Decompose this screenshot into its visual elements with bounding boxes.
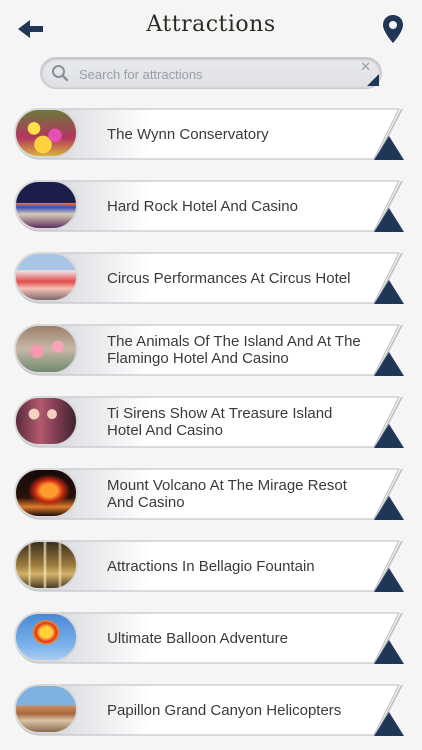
list-item-label: Ti Sirens Show At Treasure Island Hotel … xyxy=(107,405,333,439)
list-item-label: Hard Rock Hotel And Casino xyxy=(107,197,298,215)
corner-triangle-icon xyxy=(374,712,404,736)
close-icon[interactable]: ✕ xyxy=(360,59,371,75)
list-item[interactable]: Mount Volcano At The Mirage Resot And Ca… xyxy=(14,468,404,520)
page-title: Attractions xyxy=(146,12,276,37)
list-item[interactable]: The Wynn Conservatory xyxy=(14,108,404,160)
flamingo-hotel-thumbnail xyxy=(14,324,78,374)
corner-triangle-icon xyxy=(374,640,404,664)
list-item[interactable]: The Animals Of The Island And At The Fla… xyxy=(14,324,404,376)
list-item-label: The Wynn Conservatory xyxy=(107,125,269,143)
corner-triangle-icon xyxy=(374,424,404,448)
header: Attractions xyxy=(0,0,422,56)
corner-triangle-icon xyxy=(374,208,404,232)
grand-canyon-helicopter-thumbnail xyxy=(14,684,78,734)
search-icon xyxy=(52,65,69,82)
map-pin-icon[interactable] xyxy=(382,14,404,44)
list-item-label: Circus Performances At Circus Hotel xyxy=(107,269,351,287)
list-item[interactable]: Ti Sirens Show At Treasure Island Hotel … xyxy=(14,396,404,448)
list-item-label: Ultimate Balloon Adventure xyxy=(107,629,288,647)
list-item[interactable]: Hard Rock Hotel And Casino xyxy=(14,180,404,232)
corner-triangle-icon xyxy=(374,496,404,520)
balloon-adventure-thumbnail xyxy=(14,612,78,662)
search-bar: ✕ xyxy=(40,57,382,89)
list-item[interactable]: Ultimate Balloon Adventure xyxy=(14,612,404,664)
ti-sirens-show-thumbnail xyxy=(14,396,78,446)
list-item-label: Mount Volcano At The Mirage Resot And Ca… xyxy=(107,477,347,511)
corner-triangle-icon xyxy=(374,136,404,160)
list-item[interactable]: Papillon Grand Canyon Helicopters xyxy=(14,684,404,736)
search-input[interactable] xyxy=(77,62,361,86)
circus-hotel-thumbnail xyxy=(14,252,78,302)
corner-triangle-icon xyxy=(367,74,379,86)
list-item-label: The Animals Of The Island And At The Fla… xyxy=(107,333,361,367)
wynn-conservatory-thumbnail xyxy=(14,108,78,158)
corner-triangle-icon xyxy=(374,568,404,592)
mirage-volcano-thumbnail xyxy=(14,468,78,518)
list-item-label: Papillon Grand Canyon Helicopters xyxy=(107,701,342,719)
list-item-label: Attractions In Bellagio Fountain xyxy=(107,557,315,575)
corner-triangle-icon xyxy=(374,352,404,376)
hard-rock-hotel-thumbnail xyxy=(14,180,78,230)
list-item[interactable]: Attractions In Bellagio Fountain xyxy=(14,540,404,592)
bellagio-fountain-thumbnail xyxy=(14,540,78,590)
corner-triangle-icon xyxy=(374,280,404,304)
list-item[interactable]: Circus Performances At Circus Hotel xyxy=(14,252,404,304)
